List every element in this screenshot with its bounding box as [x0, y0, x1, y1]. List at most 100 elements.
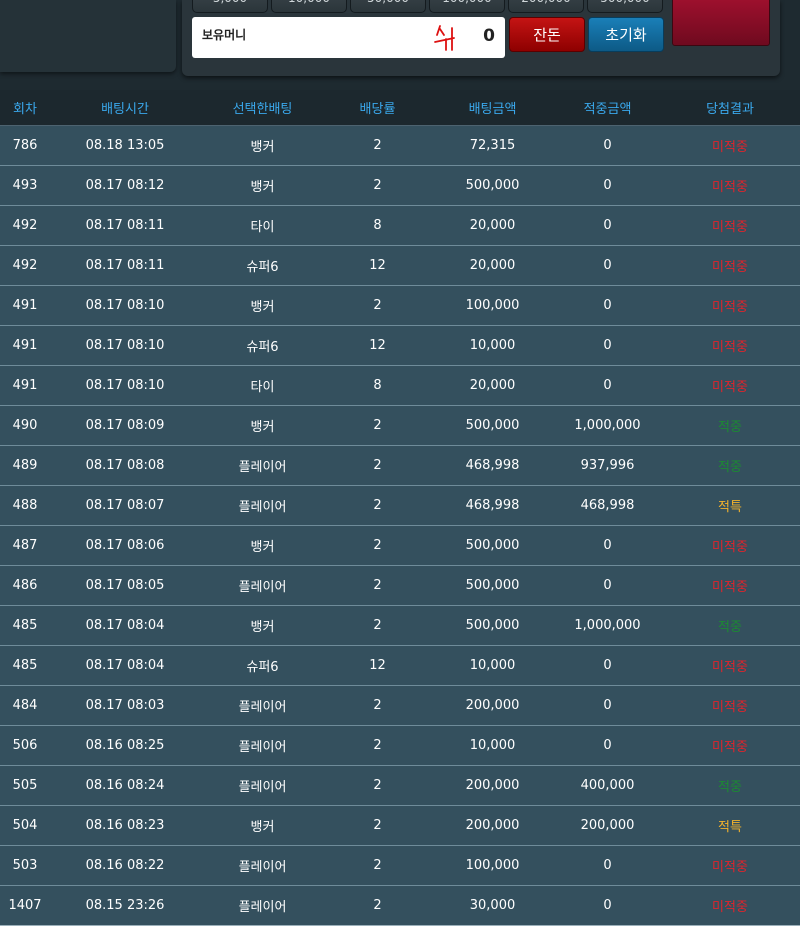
- odds-cell: 2: [325, 125, 430, 166]
- reset-button[interactable]: 초기화: [588, 17, 664, 52]
- col-bet-time: 배팅시간: [50, 90, 200, 126]
- round-cell: 503: [0, 845, 50, 886]
- place-bet-button[interactable]: [672, 0, 770, 46]
- bet-choice-cell: 플레이어: [200, 485, 325, 526]
- win-amount-cell: 0: [555, 205, 660, 246]
- round-cell: 484: [0, 685, 50, 726]
- bet-amount-cell: 500,000: [430, 405, 555, 446]
- win-amount-cell: 0: [555, 245, 660, 286]
- bet-choice-cell: 뱅커: [200, 165, 325, 206]
- win-amount-cell: 1,000,000: [555, 405, 660, 446]
- balance-label: 보유머니: [202, 28, 247, 42]
- bet-history-table: 회차 배팅시간 선택한배팅 배당률 배팅금액 적중금액 당첨결과 786 08.1…: [0, 90, 800, 926]
- chip-row: 5,000 10,000 50,000 100,000 200,000 500,…: [192, 0, 663, 13]
- odds-cell: 2: [325, 445, 430, 486]
- win-amount-cell: 0: [555, 685, 660, 726]
- table-row: 489 08.17 08:08 플레이어 2 468,998 937,996 적중: [0, 445, 800, 486]
- bet-choice-cell: 타이: [200, 205, 325, 246]
- odds-cell: 2: [325, 165, 430, 206]
- bet-choice-cell: 플레이어: [200, 565, 325, 606]
- chip-button[interactable]: 10,000: [271, 0, 347, 13]
- table-row: 493 08.17 08:12 뱅커 2 500,000 0 미적중: [0, 165, 800, 206]
- win-amount-cell: 0: [555, 885, 660, 926]
- bet-time-cell: 08.17 08:10: [50, 365, 200, 406]
- odds-cell: 2: [325, 685, 430, 726]
- bet-choice-cell: 플레이어: [200, 445, 325, 486]
- bet-time-cell: 08.17 08:03: [50, 685, 200, 726]
- round-cell: 491: [0, 325, 50, 366]
- round-cell: 485: [0, 605, 50, 646]
- win-amount-cell: 0: [555, 725, 660, 766]
- bet-amount-cell: 20,000: [430, 365, 555, 406]
- bet-choice-cell: 플레이어: [200, 685, 325, 726]
- result-cell: 미적중: [660, 645, 800, 686]
- table-row: 504 08.16 08:23 뱅커 2 200,000 200,000 적특: [0, 805, 800, 846]
- bet-choice-cell: 슈퍼6: [200, 645, 325, 686]
- win-amount-cell: 0: [555, 565, 660, 606]
- round-cell: 491: [0, 365, 50, 406]
- bet-amount-cell: 20,000: [430, 245, 555, 286]
- odds-cell: 2: [325, 565, 430, 606]
- result-cell: 적중: [660, 405, 800, 446]
- round-cell: 487: [0, 525, 50, 566]
- round-cell: 504: [0, 805, 50, 846]
- bet-time-cell: 08.17 08:11: [50, 205, 200, 246]
- bet-amount-cell: 500,000: [430, 605, 555, 646]
- win-amount-cell: 0: [555, 165, 660, 206]
- table-row: 505 08.16 08:24 플레이어 2 200,000 400,000 적중: [0, 765, 800, 806]
- result-cell: 미적중: [660, 205, 800, 246]
- bet-choice-cell: 뱅커: [200, 125, 325, 166]
- bet-amount-cell: 10,000: [430, 725, 555, 766]
- result-cell: 미적중: [660, 525, 800, 566]
- win-amount-cell: 400,000: [555, 765, 660, 806]
- round-cell: 486: [0, 565, 50, 606]
- result-cell: 미적중: [660, 365, 800, 406]
- bet-time-cell: 08.16 08:25: [50, 725, 200, 766]
- odds-cell: 2: [325, 725, 430, 766]
- table-row: 492 08.17 08:11 타이 8 20,000 0 미적중: [0, 205, 800, 246]
- bet-amount-cell: 10,000: [430, 645, 555, 686]
- bet-time-cell: 08.17 08:10: [50, 325, 200, 366]
- bet-time-cell: 08.17 08:05: [50, 565, 200, 606]
- bet-time-cell: 08.17 08:08: [50, 445, 200, 486]
- change-button[interactable]: 잔돈: [509, 17, 585, 52]
- table-row: 503 08.16 08:22 플레이어 2 100,000 0 미적중: [0, 845, 800, 886]
- round-cell: 505: [0, 765, 50, 806]
- table-row: 485 08.17 08:04 뱅커 2 500,000 1,000,000 적중: [0, 605, 800, 646]
- balance-display: 보유머니 0: [192, 17, 505, 58]
- chip-button[interactable]: 500,000: [587, 0, 663, 13]
- win-amount-cell: 1,000,000: [555, 605, 660, 646]
- odds-cell: 2: [325, 805, 430, 846]
- col-odds: 배당률: [325, 90, 430, 126]
- round-cell: 488: [0, 485, 50, 526]
- table-body: 786 08.18 13:05 뱅커 2 72,315 0 미적중 493 08.17 08:1…: [0, 125, 800, 926]
- odds-cell: 2: [325, 405, 430, 446]
- chip-button[interactable]: 5,000: [192, 0, 268, 13]
- result-cell: 적특: [660, 485, 800, 526]
- result-cell: 미적중: [660, 125, 800, 166]
- round-cell: 492: [0, 205, 50, 246]
- result-cell: 미적중: [660, 565, 800, 606]
- bet-choice-cell: 뱅커: [200, 405, 325, 446]
- bet-choice-cell: 플레이어: [200, 885, 325, 926]
- bet-amount-cell: 200,000: [430, 685, 555, 726]
- result-cell: 적중: [660, 445, 800, 486]
- result-cell: 적중: [660, 605, 800, 646]
- bet-time-cell: 08.17 08:10: [50, 285, 200, 326]
- result-cell: 적중: [660, 765, 800, 806]
- win-amount-cell: 0: [555, 845, 660, 886]
- chip-button[interactable]: 100,000: [429, 0, 505, 13]
- col-bet-amount: 배팅금액: [430, 90, 555, 126]
- chip-button[interactable]: 50,000: [350, 0, 426, 13]
- bet-amount-cell: 72,315: [430, 125, 555, 166]
- bet-amount-cell: 200,000: [430, 805, 555, 846]
- table-row: 491 08.17 08:10 뱅커 2 100,000 0 미적중: [0, 285, 800, 326]
- table-row: 1407 08.15 23:26 플레이어 2 30,000 0 미적중: [0, 885, 800, 926]
- bet-amount-cell: 100,000: [430, 285, 555, 326]
- result-cell: 적특: [660, 805, 800, 846]
- chip-button[interactable]: 200,000: [508, 0, 584, 13]
- round-cell: 506: [0, 725, 50, 766]
- col-round: 회차: [0, 90, 50, 126]
- bet-time-cell: 08.18 13:05: [50, 125, 200, 166]
- round-cell: 485: [0, 645, 50, 686]
